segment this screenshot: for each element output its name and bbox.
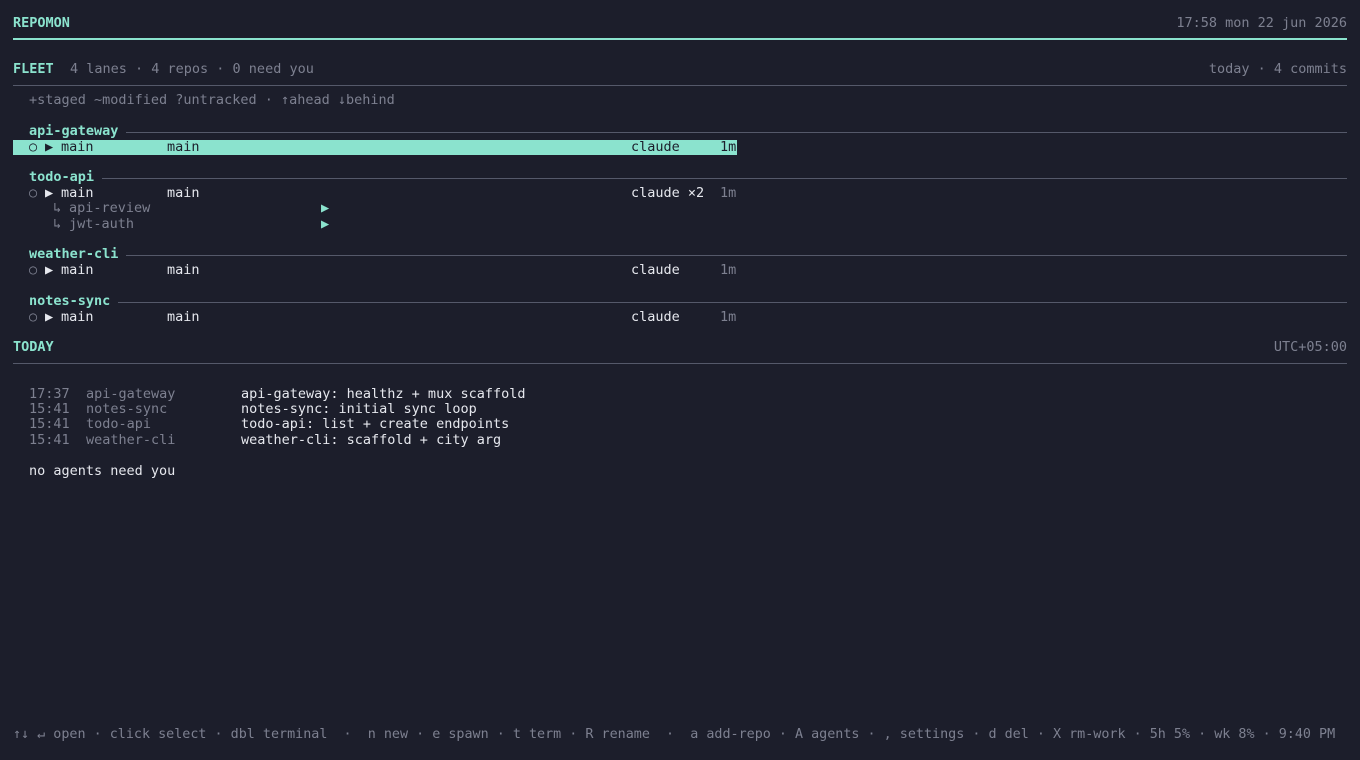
lane-divider (118, 301, 1347, 303)
status-dot-icon: ○ (29, 262, 38, 278)
play-icon[interactable]: ▶ (45, 139, 53, 155)
lane-header-weather-cli[interactable]: weather-cli (29, 246, 1347, 263)
today-title: TODAY (13, 339, 54, 355)
age-label: 1m (720, 262, 737, 278)
commit-time: 15:41 (29, 416, 70, 432)
today-divider (13, 363, 1347, 364)
branch-name: main (61, 139, 94, 155)
commit-time: 15:41 (29, 432, 70, 448)
play-icon[interactable]: ▶ (45, 185, 53, 201)
sub-branch-jwt-auth[interactable]: jwt-auth (69, 216, 134, 232)
branch-name: main (61, 262, 94, 278)
lane-divider (126, 254, 1347, 256)
sub-branch-api-review[interactable]: api-review (69, 200, 150, 216)
sub-branch-prefix-icon: ↳ (53, 216, 62, 232)
agent-label: claude (631, 139, 680, 155)
base-branch: main (167, 262, 200, 278)
lane-divider (126, 131, 1347, 133)
play-icon[interactable]: ▶ (321, 200, 329, 216)
lane-row-weather-cli-main[interactable]: ○ ▶ main main claude 1m (13, 262, 737, 278)
agents-status: no agents need you (29, 463, 176, 479)
commit-message[interactable]: todo-api: list + create endpoints (241, 416, 509, 432)
lane-row-api-gateway-main[interactable]: ○ ▶ main main claude 1m (13, 139, 737, 155)
lane-name: todo-api (29, 169, 95, 186)
app-title: REPOMON (13, 15, 70, 31)
lane-divider (102, 177, 1347, 179)
lane-header-notes-sync[interactable]: notes-sync (29, 293, 1347, 310)
clock: 17:58 mon 22 jun 2026 (1176, 15, 1347, 31)
base-branch: main (167, 185, 200, 201)
age-label: 1m (720, 185, 737, 201)
status-dot-icon: ○ (29, 309, 38, 325)
status-dot-icon: ○ (29, 139, 38, 155)
base-branch: main (167, 309, 200, 325)
play-icon[interactable]: ▶ (45, 262, 53, 278)
agent-label: claude (631, 309, 680, 325)
lane-name: api-gateway (29, 123, 119, 140)
keybinding-footer: ↑↓ ↵ open · click select · dbl terminal … (13, 727, 1336, 742)
sub-branch-prefix-icon: ↳ (53, 200, 62, 216)
status-legend: +staged ~modified ?untracked · ↑ahead ↓b… (29, 92, 395, 108)
age-label: 1m (720, 139, 737, 155)
lane-row-todo-api-main[interactable]: ○ ▶ main main claude ×2 1m (13, 185, 737, 201)
status-dot-icon: ○ (29, 185, 38, 201)
fleet-summary: 4 lanes · 4 repos · 0 need you (70, 61, 314, 77)
fleet-commit-count: today · 4 commits (1208, 61, 1347, 77)
play-icon[interactable]: ▶ (321, 216, 329, 232)
base-branch: main (167, 139, 200, 155)
commit-repo[interactable]: weather-cli (86, 432, 175, 448)
timezone-label: UTC+05:00 (1273, 339, 1347, 355)
lane-header-api-gateway[interactable]: api-gateway (29, 123, 1347, 140)
fleet-title: FLEET (13, 61, 54, 77)
branch-name: main (61, 309, 94, 325)
agent-label: claude ×2 (631, 185, 705, 201)
lane-row-notes-sync-main[interactable]: ○ ▶ main main claude 1m (13, 309, 737, 325)
lane-name: weather-cli (29, 246, 119, 263)
lane-name: notes-sync (29, 293, 111, 310)
commit-message[interactable]: weather-cli: scaffold + city arg (241, 432, 501, 448)
fleet-divider (13, 85, 1347, 86)
header-divider (13, 38, 1347, 40)
agent-label: claude (631, 262, 680, 278)
age-label: 1m (720, 309, 737, 325)
commit-repo[interactable]: todo-api (86, 416, 151, 432)
play-icon[interactable]: ▶ (45, 309, 53, 325)
lane-header-todo-api[interactable]: todo-api (29, 169, 1347, 186)
